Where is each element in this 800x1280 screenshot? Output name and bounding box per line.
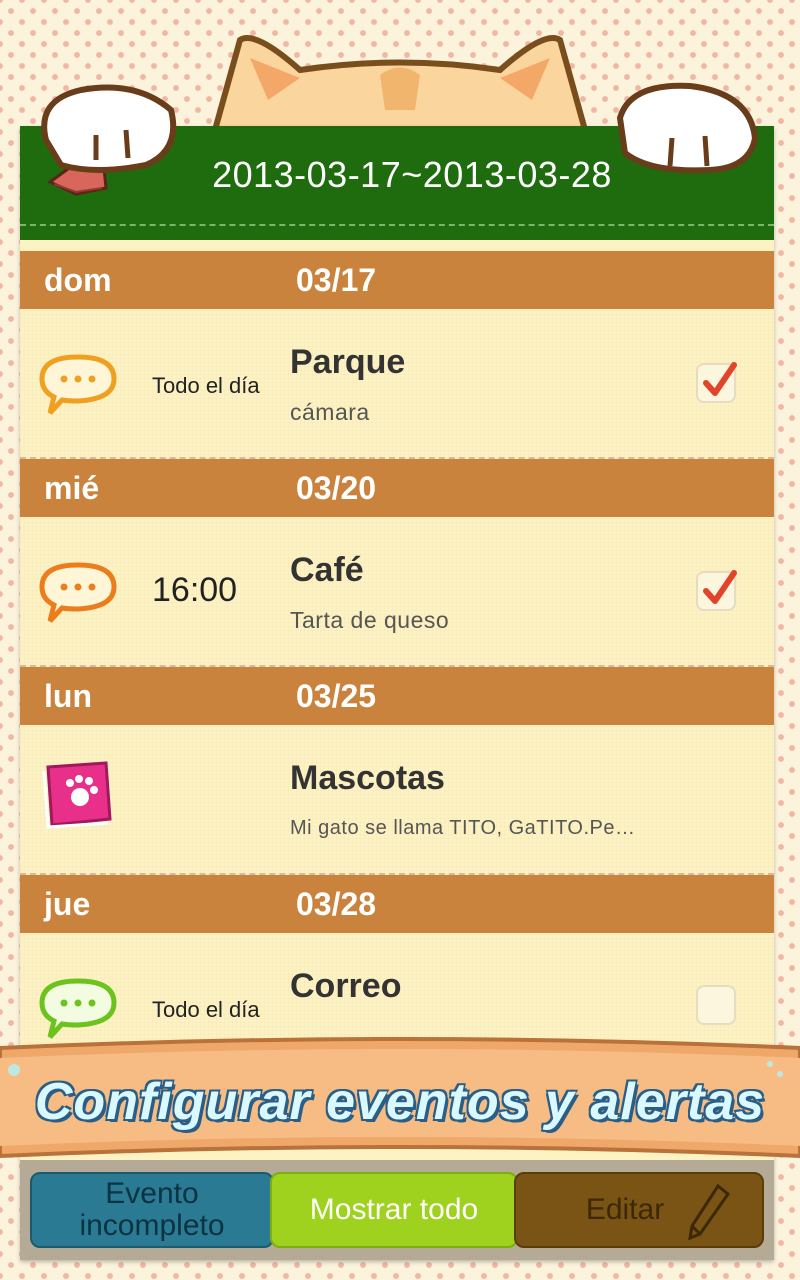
event-done-checkbox[interactable] bbox=[696, 362, 737, 403]
day-name: jue bbox=[44, 886, 91, 922]
day-name: mié bbox=[44, 470, 100, 506]
event-time: Todo el día bbox=[152, 997, 260, 1022]
pink-pet-book-icon bbox=[42, 761, 112, 829]
red-checkmark-icon bbox=[703, 362, 737, 396]
left-paw-icon bbox=[41, 84, 177, 173]
tab-incomplete-label-line2: incompleto bbox=[79, 1209, 225, 1242]
red-checkmark-icon bbox=[703, 570, 737, 604]
day-date: 03/28 bbox=[296, 886, 377, 922]
event-row-cafe[interactable]: 16:00 Café Tarta de queso bbox=[20, 517, 774, 667]
tab-incomplete-events[interactable]: Evento incompleto bbox=[30, 1172, 274, 1248]
day-date: 03/17 bbox=[296, 262, 377, 298]
speech-bubble-orange-icon bbox=[39, 562, 117, 623]
right-paw-icon bbox=[616, 82, 759, 174]
event-row-parque[interactable]: Todo el día Parque cámara bbox=[20, 309, 774, 459]
event-time: Todo el día bbox=[152, 373, 260, 398]
event-title: Correo bbox=[290, 967, 402, 1005]
day-name: dom bbox=[44, 262, 112, 298]
event-row-mascotas[interactable]: Mascotas Mi gato se llama TITO, GaTITO.P… bbox=[20, 725, 774, 875]
tab-edit[interactable]: Editar bbox=[514, 1172, 764, 1248]
promo-banner-text: Configurar eventos y alertas bbox=[34, 1073, 766, 1131]
event-done-checkbox[interactable] bbox=[696, 985, 736, 1025]
day-header: dom 03/17 bbox=[20, 251, 774, 309]
pencil-icon bbox=[688, 1183, 731, 1241]
event-note: Tarta de queso bbox=[290, 607, 450, 633]
day-name: lun bbox=[44, 678, 92, 714]
event-title: Mascotas bbox=[290, 759, 445, 797]
tab-show-all-label: Mostrar todo bbox=[309, 1193, 479, 1226]
day-date: 03/20 bbox=[296, 470, 377, 506]
day-header: mié 03/20 bbox=[20, 459, 774, 517]
event-done-checkbox[interactable] bbox=[696, 570, 737, 611]
day-date: 03/25 bbox=[296, 678, 377, 714]
event-note: cámara bbox=[290, 399, 370, 425]
day-header: lun 03/25 bbox=[20, 667, 774, 725]
event-note: Mi gato se llama TITO, GaTITO.Pe… bbox=[290, 817, 636, 839]
event-title: Café bbox=[290, 551, 364, 589]
tab-show-all[interactable]: Mostrar todo bbox=[270, 1172, 518, 1248]
event-list: dom 03/17 Todo el día Parque cámara mié … bbox=[20, 251, 774, 1083]
speech-bubble-orange-icon bbox=[39, 354, 117, 415]
tab-edit-label: Editar bbox=[585, 1193, 665, 1226]
event-time: 16:00 bbox=[152, 571, 238, 609]
tab-incomplete-label-line1: Evento bbox=[105, 1177, 199, 1210]
header-stitch-divider bbox=[20, 224, 774, 226]
event-title: Parque bbox=[290, 343, 406, 381]
day-header: jue 03/28 bbox=[20, 875, 774, 933]
